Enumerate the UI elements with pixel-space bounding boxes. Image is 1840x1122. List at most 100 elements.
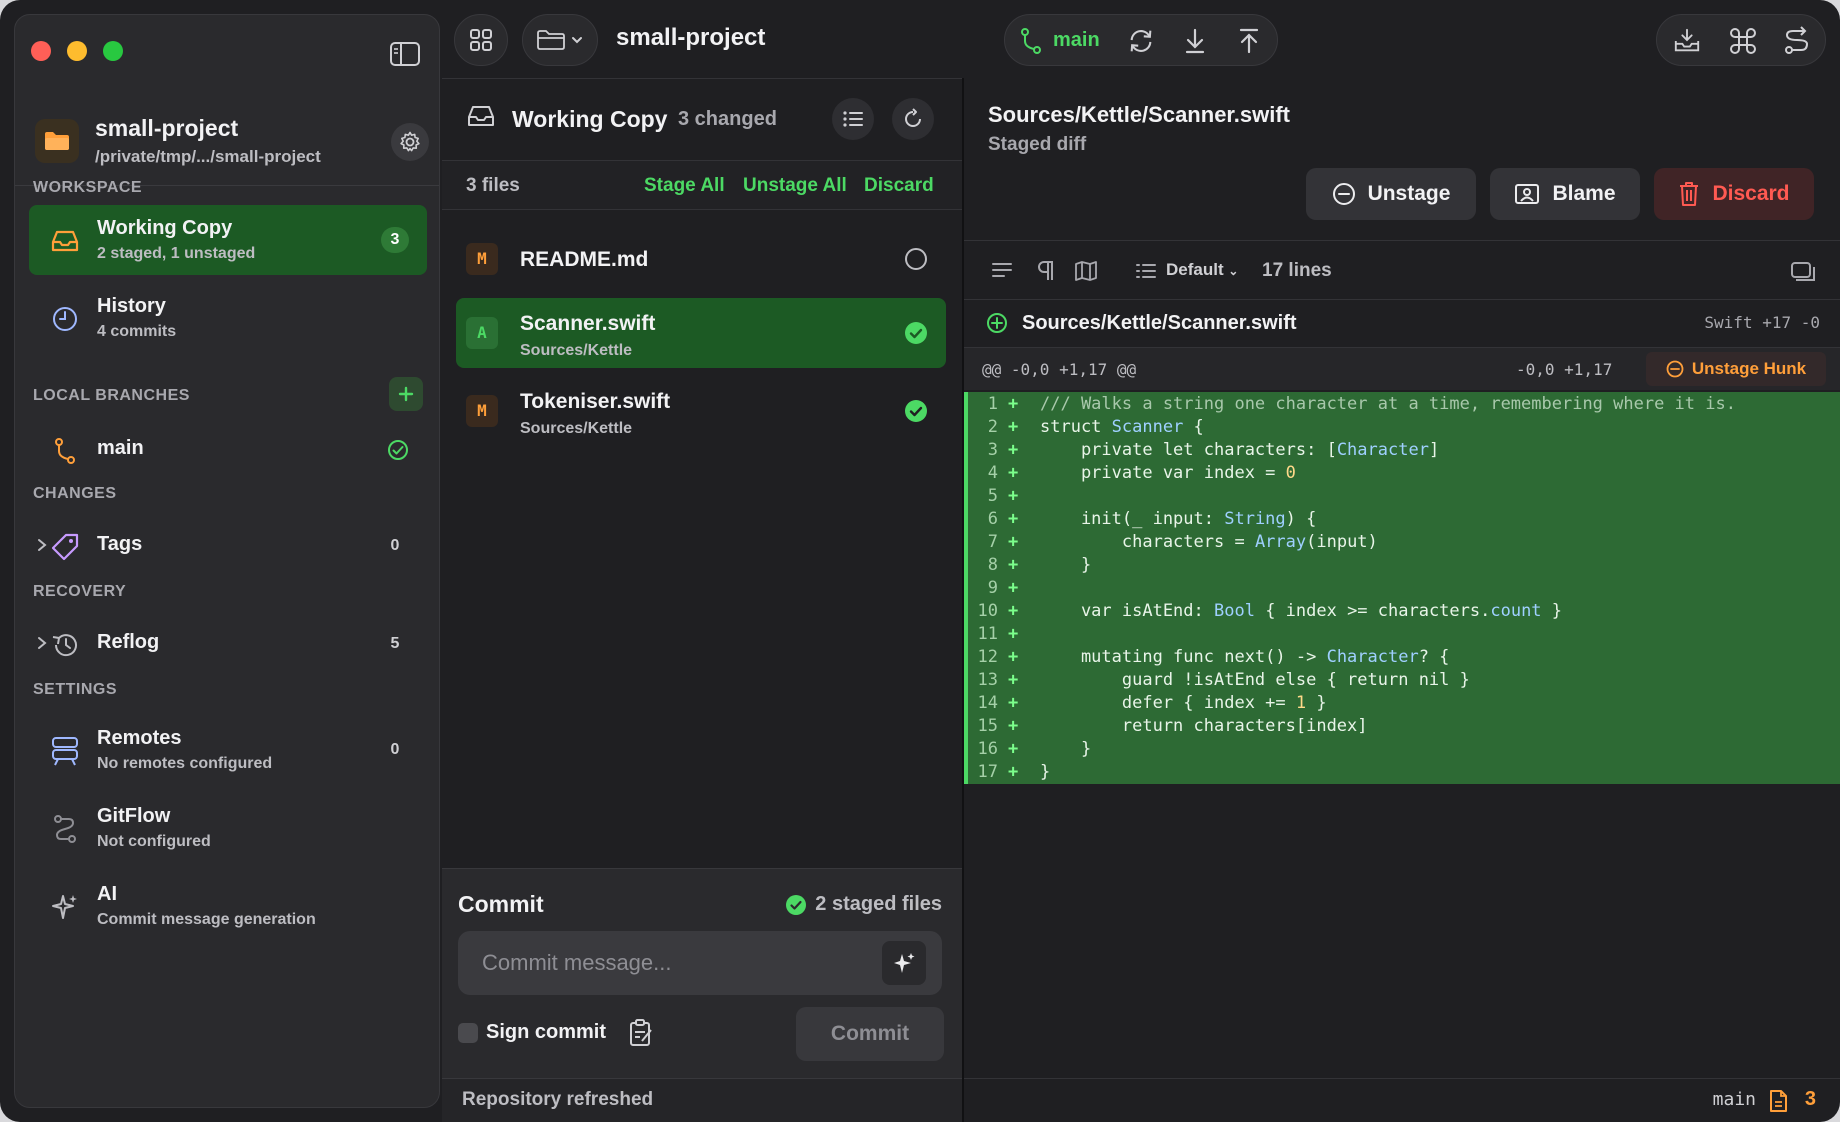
discard-button[interactable]: Discard: [1654, 168, 1814, 220]
plus-circle-icon: [986, 312, 1008, 339]
code-line: 15 + return characters[index]: [968, 716, 1840, 739]
staged-check-icon[interactable]: [904, 321, 928, 345]
section-recovery: RECOVERY: [33, 583, 127, 600]
sparkle-icon: [49, 891, 81, 923]
unstage-all-button[interactable]: Unstage All: [743, 175, 847, 197]
sidebar-item-tags[interactable]: Tags 0: [29, 511, 427, 581]
minimap-icon[interactable]: [1074, 259, 1098, 283]
sign-commit-checkbox[interactable]: [458, 1023, 478, 1043]
files-count: 3 files: [466, 175, 520, 196]
diff-subtitle: Staged diff: [988, 134, 1087, 155]
sidebar-item-ai[interactable]: AI Commit message generation: [29, 871, 427, 941]
chevron-down-icon: ⌄: [1228, 264, 1239, 278]
status-changes-count: 3: [1804, 1088, 1816, 1110]
reflog-count: 5: [390, 635, 400, 652]
trash-icon: [1680, 182, 1699, 206]
staged-files-text: 2 staged files: [815, 893, 942, 915]
unstage-hunk-button[interactable]: Unstage Hunk: [1646, 352, 1826, 386]
generate-message-button[interactable]: [882, 941, 926, 985]
code-line: 6 + init(_ input: String) {: [968, 509, 1840, 532]
chevron-right-icon[interactable]: [37, 636, 47, 650]
add-branch-button[interactable]: [389, 377, 423, 411]
file-row-readme[interactable]: M README.md: [456, 224, 946, 294]
section-local-branches: LOCAL BRANCHES: [33, 387, 190, 404]
close-window-button[interactable]: [31, 41, 51, 61]
modified-badge: M: [466, 395, 498, 427]
minimize-window-button[interactable]: [67, 41, 87, 61]
file-row-tokeniser[interactable]: M Tokeniser.swift Sources/Kettle: [456, 376, 946, 446]
push-icon[interactable]: [1235, 27, 1263, 55]
sidebar-item-reflog[interactable]: Reflog 5: [29, 609, 427, 679]
clock-arrow-icon: [49, 629, 81, 661]
file-row-scanner[interactable]: A Scanner.swift Sources/Kettle: [456, 298, 946, 368]
flow-arrows-icon[interactable]: [1783, 26, 1811, 55]
code-line: 5 +: [968, 486, 1840, 509]
grid-view-button[interactable]: [454, 14, 508, 66]
hunk-range: -0,0 +1,17: [1516, 360, 1613, 379]
server-icon: [49, 735, 81, 767]
sidebar-item-branch-main[interactable]: main: [29, 415, 427, 485]
commit-button[interactable]: Commit: [796, 1007, 944, 1061]
refresh-button[interactable]: [892, 98, 934, 140]
stage-all-button[interactable]: Stage All: [644, 175, 725, 197]
branch-icon: [1017, 27, 1045, 55]
line-number: 12: [977, 647, 998, 667]
section-settings: SETTINGS: [33, 681, 118, 698]
sidebar-item-gitflow[interactable]: GitFlow Not configured: [29, 793, 427, 863]
pilcrow-icon[interactable]: [1034, 259, 1058, 283]
line-numbers-icon[interactable]: [1134, 259, 1158, 283]
current-branch[interactable]: main: [1053, 29, 1100, 52]
repository-picker-button[interactable]: [522, 14, 598, 66]
code-text: mutating func next() -> Character? {: [1040, 647, 1450, 667]
diff-file-meta: Swift +17 -0: [1704, 313, 1820, 332]
gear-icon[interactable]: [391, 123, 429, 161]
sync-icon[interactable]: [1127, 27, 1155, 55]
wrap-lines-icon[interactable]: [990, 259, 1014, 283]
sidebar-item-working-copy[interactable]: Working Copy 2 staged, 1 unstaged 3: [29, 205, 427, 275]
tag-icon: [49, 531, 81, 563]
code-text: }: [1040, 762, 1051, 782]
working-copy-count: 3: [381, 227, 409, 253]
gitflow-title: GitFlow: [97, 805, 171, 827]
line-number: 10: [977, 601, 998, 621]
code-text: guard !isAtEnd else { return nil }: [1040, 670, 1470, 690]
inbox-download-icon[interactable]: [1673, 27, 1701, 55]
unstage-hunk-label: Unstage Hunk: [1691, 359, 1807, 378]
staged-check-icon[interactable]: [904, 399, 928, 423]
line-number: 3: [987, 440, 998, 460]
command-icon[interactable]: [1729, 27, 1757, 55]
sidebar: small-project /private/tmp/.../small-pro…: [14, 14, 440, 1108]
zoom-window-button[interactable]: [103, 41, 123, 61]
diff-mode-dropdown[interactable]: Default ⌄: [1166, 260, 1238, 280]
code-text: init(_ input: String) {: [1040, 509, 1317, 529]
tags-count: 0: [390, 537, 400, 554]
pull-icon[interactable]: [1181, 27, 1209, 55]
sidebar-toggle-icon[interactable]: [389, 41, 421, 67]
code-text: defer { index += 1 }: [1040, 693, 1327, 713]
sidebar-item-history[interactable]: History 4 commits: [29, 283, 427, 353]
list-view-button[interactable]: [832, 98, 874, 140]
chevron-right-icon[interactable]: [37, 538, 47, 552]
commit-message-input[interactable]: [458, 931, 942, 995]
added-marker: +: [1008, 647, 1019, 667]
sign-commit-label: Sign commit: [486, 1021, 607, 1043]
side-by-side-icon[interactable]: [1790, 259, 1815, 283]
unstage-button[interactable]: Unstage: [1306, 168, 1476, 220]
history-sub: 4 commits: [97, 323, 177, 340]
file-path: Sources/Kettle: [520, 342, 633, 359]
code-line: 14 + defer { index += 1 }: [968, 693, 1840, 716]
discard-all-button[interactable]: Discard: [864, 175, 934, 197]
added-marker: +: [1008, 532, 1019, 552]
added-marker: +: [1008, 762, 1019, 782]
blame-button[interactable]: Blame: [1490, 168, 1640, 220]
signature-icon[interactable]: [628, 1019, 654, 1047]
code-line: 12 + mutating func next() -> Character? {: [968, 647, 1840, 670]
changed-count: 3 changed: [678, 108, 777, 130]
reflog-title: Reflog: [97, 631, 160, 653]
grid-icon: [470, 29, 492, 51]
code-line: 16 + }: [968, 739, 1840, 762]
unstaged-circle-icon[interactable]: [904, 247, 928, 271]
diff-toolbar: [964, 240, 1840, 300]
window-controls: [31, 41, 123, 61]
sidebar-item-remotes[interactable]: Remotes No remotes configured 0: [29, 715, 427, 785]
